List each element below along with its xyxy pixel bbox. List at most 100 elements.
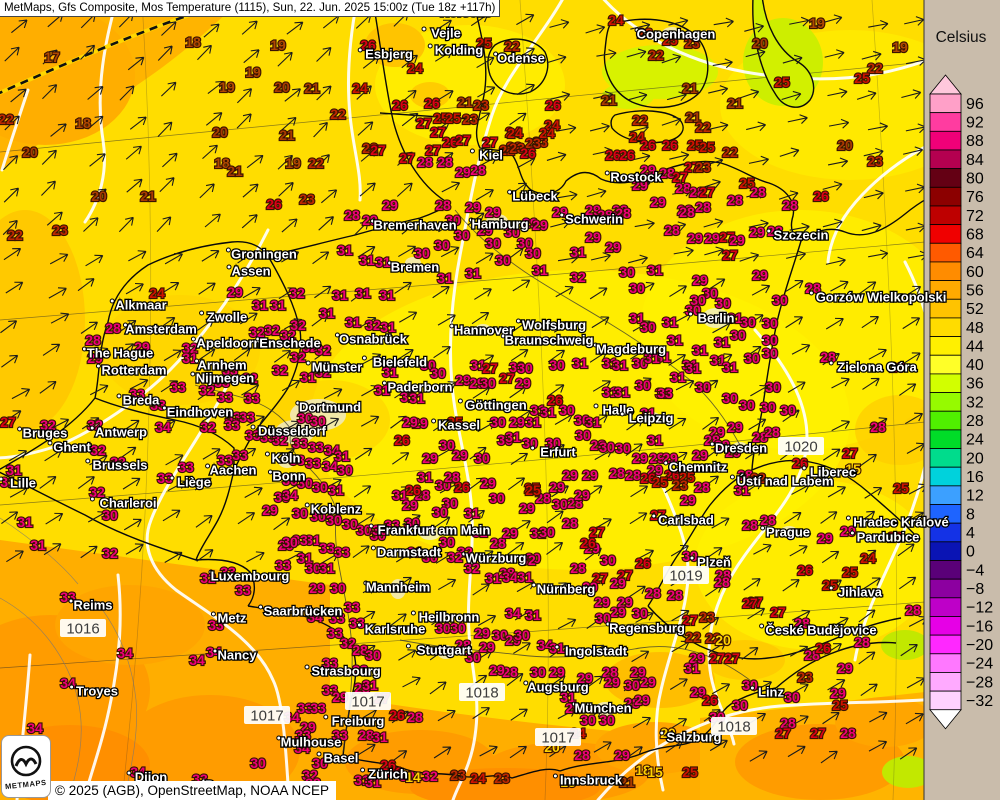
temp-value: 32	[272, 362, 288, 378]
temp-value: 30	[282, 534, 298, 550]
temp-value: 28	[664, 222, 680, 238]
temp-value: 33	[334, 544, 350, 560]
temp-value: 31	[647, 262, 663, 278]
city-label: Zürich	[368, 767, 408, 782]
temp-value: 29	[262, 502, 278, 518]
legend-tick-label: 84	[966, 152, 984, 169]
temp-value: 19	[809, 15, 825, 31]
temp-value: 29	[515, 375, 531, 391]
city-label: Odense	[497, 51, 545, 66]
temp-value: 28	[694, 479, 710, 495]
temp-value: 23	[867, 153, 883, 169]
city-label: Dortmund	[299, 400, 361, 415]
city-marker-icon	[200, 311, 204, 315]
city-label: Esbjerg	[365, 47, 413, 62]
legend-title: Celsius	[936, 29, 987, 46]
temp-value: 32	[447, 549, 463, 565]
city-marker-icon	[829, 361, 833, 365]
temp-value: 27	[589, 524, 605, 540]
city-label: Nürnberg	[537, 582, 596, 597]
city-label: Göttingen	[465, 398, 526, 413]
temp-value: 30	[722, 390, 738, 406]
temp-value: 25	[842, 564, 858, 580]
temp-value: 34	[60, 675, 76, 691]
legend-swatch	[930, 542, 961, 561]
temp-value: 31	[612, 357, 628, 373]
temp-value: 33	[319, 540, 335, 556]
temp-value: 28	[105, 320, 121, 336]
temp-value: 29	[634, 692, 650, 708]
legend-swatch	[930, 131, 961, 150]
temp-value: 29	[594, 594, 610, 610]
temp-value: 25	[445, 110, 461, 126]
temp-value: 31	[379, 287, 395, 303]
temp-value: 29	[687, 230, 703, 246]
temp-value: 30	[629, 280, 645, 296]
temp-value: 30	[732, 697, 748, 713]
city-label: Hradec Králové	[853, 515, 948, 530]
temp-value: 34	[27, 720, 43, 736]
city-marker-icon	[227, 265, 231, 269]
city-marker-icon	[170, 476, 174, 480]
temp-value: 34	[117, 645, 133, 661]
city-marker-icon	[117, 394, 121, 398]
temp-value: 28	[727, 192, 743, 208]
city-label: Lille	[10, 476, 36, 491]
city-marker-icon	[594, 404, 598, 408]
legend-tick-label: 60	[966, 264, 984, 281]
temp-value: 23	[450, 767, 466, 783]
city-label: České Budějovice	[765, 623, 876, 638]
temp-value: 30	[525, 245, 541, 261]
temp-value: 27	[722, 247, 738, 263]
temp-value: 33	[244, 390, 260, 406]
temp-value: 26	[266, 196, 282, 212]
temp-value: 22	[330, 106, 346, 122]
temp-value: 29	[465, 199, 481, 215]
city-marker-icon	[110, 299, 114, 303]
city-marker-icon	[760, 624, 764, 628]
metmaps-logo: METMAPS	[1, 735, 51, 798]
temp-value: 19	[270, 37, 286, 53]
temp-value: 29	[632, 450, 648, 466]
city-label: Zielona Góra	[837, 360, 917, 375]
city-label: Mulhouse	[281, 735, 342, 750]
legend-tick-label: 92	[966, 114, 984, 131]
legend-tick-label: 96	[966, 96, 984, 113]
temp-value: 33	[308, 439, 324, 455]
city-label: The Hague	[87, 346, 153, 361]
temp-value: 33	[239, 409, 255, 425]
legend-tick-label: 88	[966, 133, 984, 150]
temp-value: 20	[212, 124, 228, 140]
temp-value: 28	[905, 602, 921, 618]
temp-value: 30	[517, 360, 533, 376]
temp-value: 31	[505, 429, 521, 445]
temp-value: 19	[245, 64, 261, 80]
temp-value: 20	[91, 188, 107, 204]
legend-tick-label: −4	[966, 562, 984, 579]
city-label: Metz	[218, 611, 247, 626]
temp-value: 29	[610, 575, 626, 591]
temp-value: 25	[682, 764, 698, 780]
city-marker-icon	[761, 526, 765, 530]
temp-value: 27	[775, 725, 791, 741]
city-label: Frankfurt am Main	[378, 523, 491, 538]
temp-value: 21	[279, 127, 295, 143]
city-marker-icon	[428, 44, 432, 48]
temp-value: 25	[525, 482, 541, 498]
temp-value: 30	[539, 524, 555, 540]
temp-value: 23	[299, 191, 315, 207]
city-label: Alkmaar	[115, 298, 166, 313]
legend-swatch	[930, 467, 961, 486]
city-marker-icon	[358, 48, 362, 52]
city-marker-icon	[470, 149, 474, 153]
city-label: Enschede	[259, 336, 320, 351]
temp-value: 26	[635, 555, 651, 571]
temp-value: 28	[870, 419, 886, 435]
city-marker-icon	[422, 27, 426, 31]
city-label: Augsburg	[527, 680, 588, 695]
legend-swatch	[930, 187, 961, 206]
temp-value: 21	[304, 80, 320, 96]
temp-value: 20	[274, 79, 290, 95]
temp-value: 23	[699, 609, 715, 625]
temp-value: 21	[227, 163, 243, 179]
